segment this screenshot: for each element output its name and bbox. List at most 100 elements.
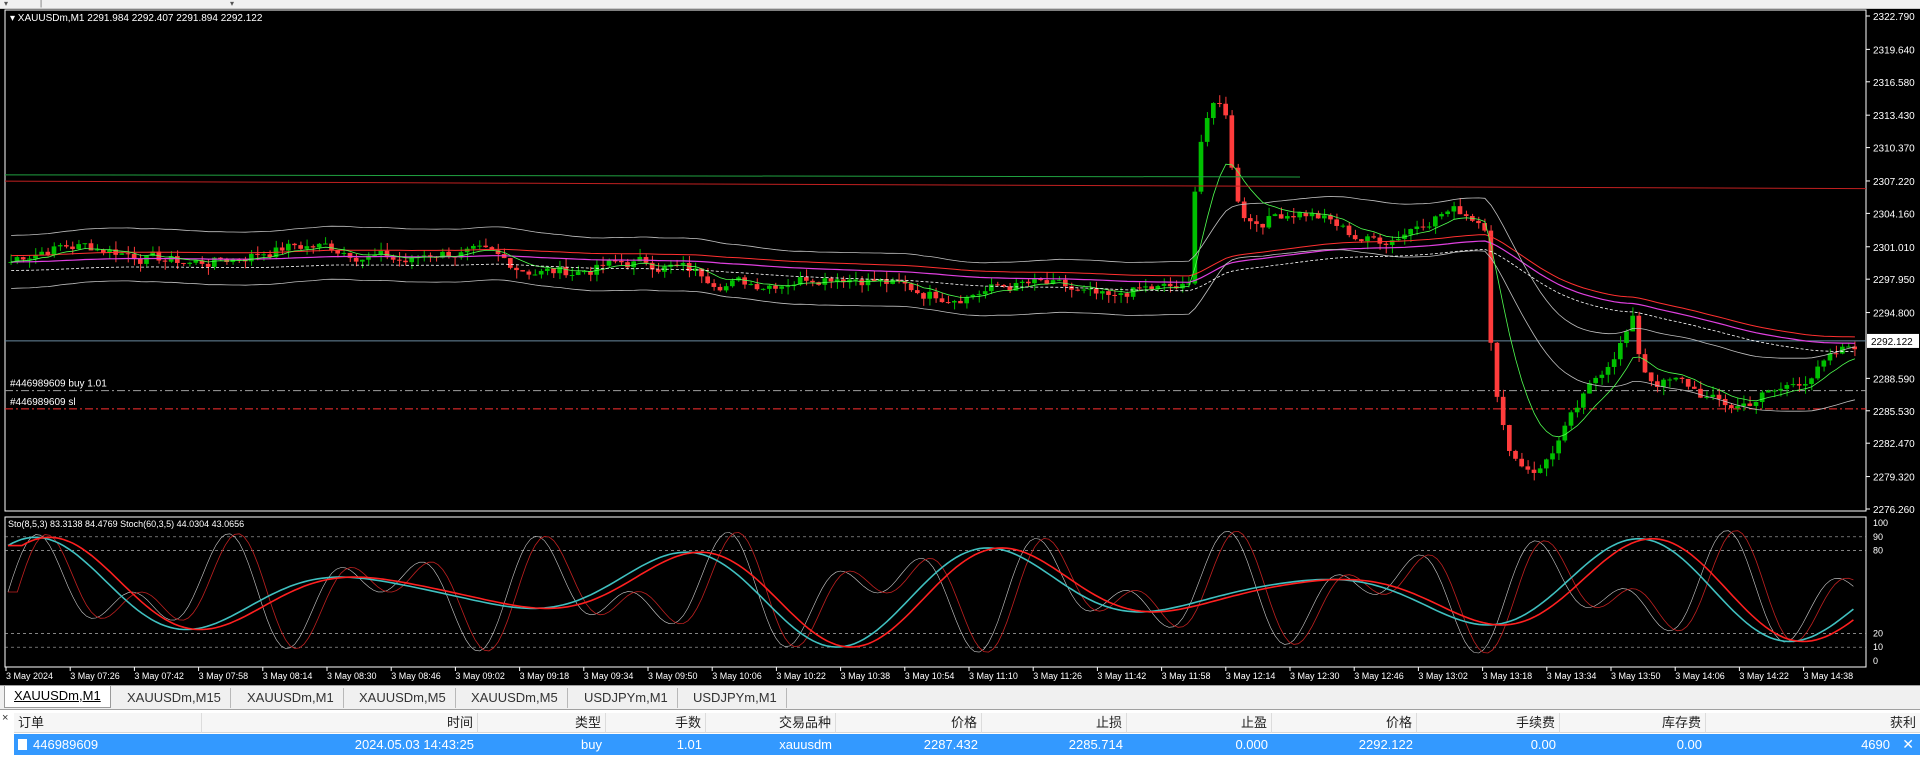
header-commission[interactable]: 手续费: [1417, 713, 1560, 733]
candle-body: [612, 260, 618, 262]
candle-body: [353, 257, 359, 262]
candle-body: [915, 290, 920, 294]
time-axis-label: 3 May 11:10: [969, 671, 1018, 681]
candle-body: [1414, 226, 1420, 230]
candle-body: [575, 271, 581, 276]
tab-xauusdm-m1-active[interactable]: XAUUSDm,M1: [4, 686, 111, 708]
header-type[interactable]: 类型: [478, 713, 606, 733]
tab-xauusdm-m5[interactable]: XAUUSDm,M5: [350, 688, 456, 708]
price-axis-label: 2297.950: [1873, 275, 1915, 286]
candle-body: [1260, 223, 1265, 228]
header-order[interactable]: 订单: [14, 713, 202, 733]
candle-body: [316, 243, 322, 248]
candle-body: [526, 271, 532, 275]
candle-body: [20, 257, 26, 260]
candle-body: [1568, 412, 1574, 426]
candle-body: [1180, 283, 1185, 289]
header-price[interactable]: 价格: [1272, 713, 1417, 733]
toolbar-separator-icon: |: [40, 0, 43, 8]
header-swap[interactable]: 库存费: [1560, 713, 1706, 733]
candle-body: [538, 270, 544, 275]
candle-body: [1346, 225, 1352, 236]
candle-body: [1636, 315, 1642, 355]
candle-body: [1599, 374, 1605, 378]
time-axis-label: 3 May 12:14: [1226, 671, 1276, 681]
candle-body: [1445, 211, 1450, 215]
time-axis-label: 3 May 10:38: [841, 671, 891, 681]
candle-body: [1463, 214, 1469, 217]
candle-body: [1611, 359, 1617, 367]
candle-body: [119, 253, 125, 255]
candle-body: [255, 253, 260, 255]
candle-body: [1735, 406, 1740, 409]
price-chart-svg[interactable]: 2322.790 2319.640 2316.580 2313.430 2310.370…: [0, 9, 1920, 685]
candle-body: [834, 279, 840, 282]
price-axis-label: 2279.320: [1873, 473, 1915, 484]
chart-window[interactable]: 2322.790 2319.640 2316.580 2313.430 2310.370…: [0, 9, 1920, 685]
candle-body: [1408, 229, 1413, 235]
time-axis-label: 3 May 08:14: [263, 671, 313, 681]
tab-usdjpym-m1-2[interactable]: USDJPYm,M1: [684, 688, 787, 708]
row-stop-loss[interactable]: 2285.714: [982, 734, 1127, 755]
candle-body: [162, 260, 168, 262]
candle-body: [1365, 236, 1370, 242]
row-type: buy: [581, 737, 602, 752]
time-axis-label: 3 May 10:06: [712, 671, 762, 681]
tab-xauusdm-m15[interactable]: XAUUSDm,M15: [118, 688, 231, 708]
candle-body: [1211, 103, 1216, 119]
candle-body: [1161, 283, 1167, 286]
candle-body: [939, 298, 945, 303]
resistance-red-line: [4, 180, 1867, 190]
candle-body: [1766, 390, 1771, 393]
candle-body: [865, 279, 871, 286]
candle-body: [569, 275, 575, 277]
tab-xauusdm-m1[interactable]: XAUUSDm,M1: [238, 688, 344, 708]
header-symbol[interactable]: 交易品种: [706, 713, 836, 733]
tab-xauusdm-m5-2[interactable]: XAUUSDm,M5: [462, 688, 568, 708]
time-axis-label: 3 May 10:22: [776, 671, 826, 681]
candle-body: [298, 245, 303, 249]
candle-body: [27, 258, 32, 260]
candle-body: [1272, 214, 1278, 217]
candle-body: [1285, 216, 1290, 219]
candle-body: [1137, 287, 1142, 289]
candle-body: [982, 291, 988, 295]
close-order-icon[interactable]: ✕: [1902, 734, 1914, 755]
trade-row[interactable]: 446989609 2024.05.03 14:43:25 buy 1.01 x…: [14, 734, 1920, 755]
header-open-price[interactable]: 价格: [836, 713, 982, 733]
row-take-profit[interactable]: 0.000: [1127, 734, 1272, 755]
candle-body: [138, 258, 143, 264]
candle-body: [1383, 243, 1389, 245]
header-stop-loss[interactable]: 止损: [982, 713, 1127, 733]
tab-usdjpym-m1[interactable]: USDJPYm,M1: [575, 688, 678, 708]
row-commission: 0.00: [1530, 737, 1556, 752]
candle-body: [335, 250, 340, 254]
candle-body: [1451, 206, 1457, 212]
candle-body: [1605, 366, 1611, 375]
candle-body: [403, 260, 408, 263]
candle-body: [723, 286, 729, 291]
candle-body: [1278, 214, 1284, 219]
candle-body: [1420, 226, 1426, 228]
candle-body: [1026, 281, 1031, 284]
chart-symbol-info: ▾ XAUUSDm,M1 2291.984 2292.407 2291.894 …: [10, 13, 263, 24]
stochastic-axis-label: 20: [1873, 628, 1883, 638]
time-axis-label: 3 May 10:54: [905, 671, 955, 681]
time-axis-label: 3 May 13:18: [1483, 671, 1533, 681]
time-axis-label: 3 May 11:58: [1162, 671, 1211, 681]
candle-body: [1439, 214, 1444, 217]
header-take-profit[interactable]: 止盈: [1127, 713, 1272, 733]
candle-body: [1167, 283, 1173, 287]
candle-body: [563, 266, 569, 276]
candle-body: [261, 254, 266, 256]
dropdown-arrow-icon[interactable]: ▾: [4, 0, 8, 8]
stochastic-axis-label: 10: [1873, 642, 1883, 652]
header-lots[interactable]: 手数: [606, 713, 706, 733]
candle-body: [187, 262, 192, 264]
header-profit[interactable]: 获利: [1706, 713, 1920, 733]
candle-body: [532, 274, 538, 276]
header-time[interactable]: 时间: [202, 713, 478, 733]
candle-body: [1248, 218, 1253, 222]
terminal-close-icon[interactable]: ×: [2, 712, 8, 724]
chevron-down-icon[interactable]: ▾: [230, 0, 234, 8]
